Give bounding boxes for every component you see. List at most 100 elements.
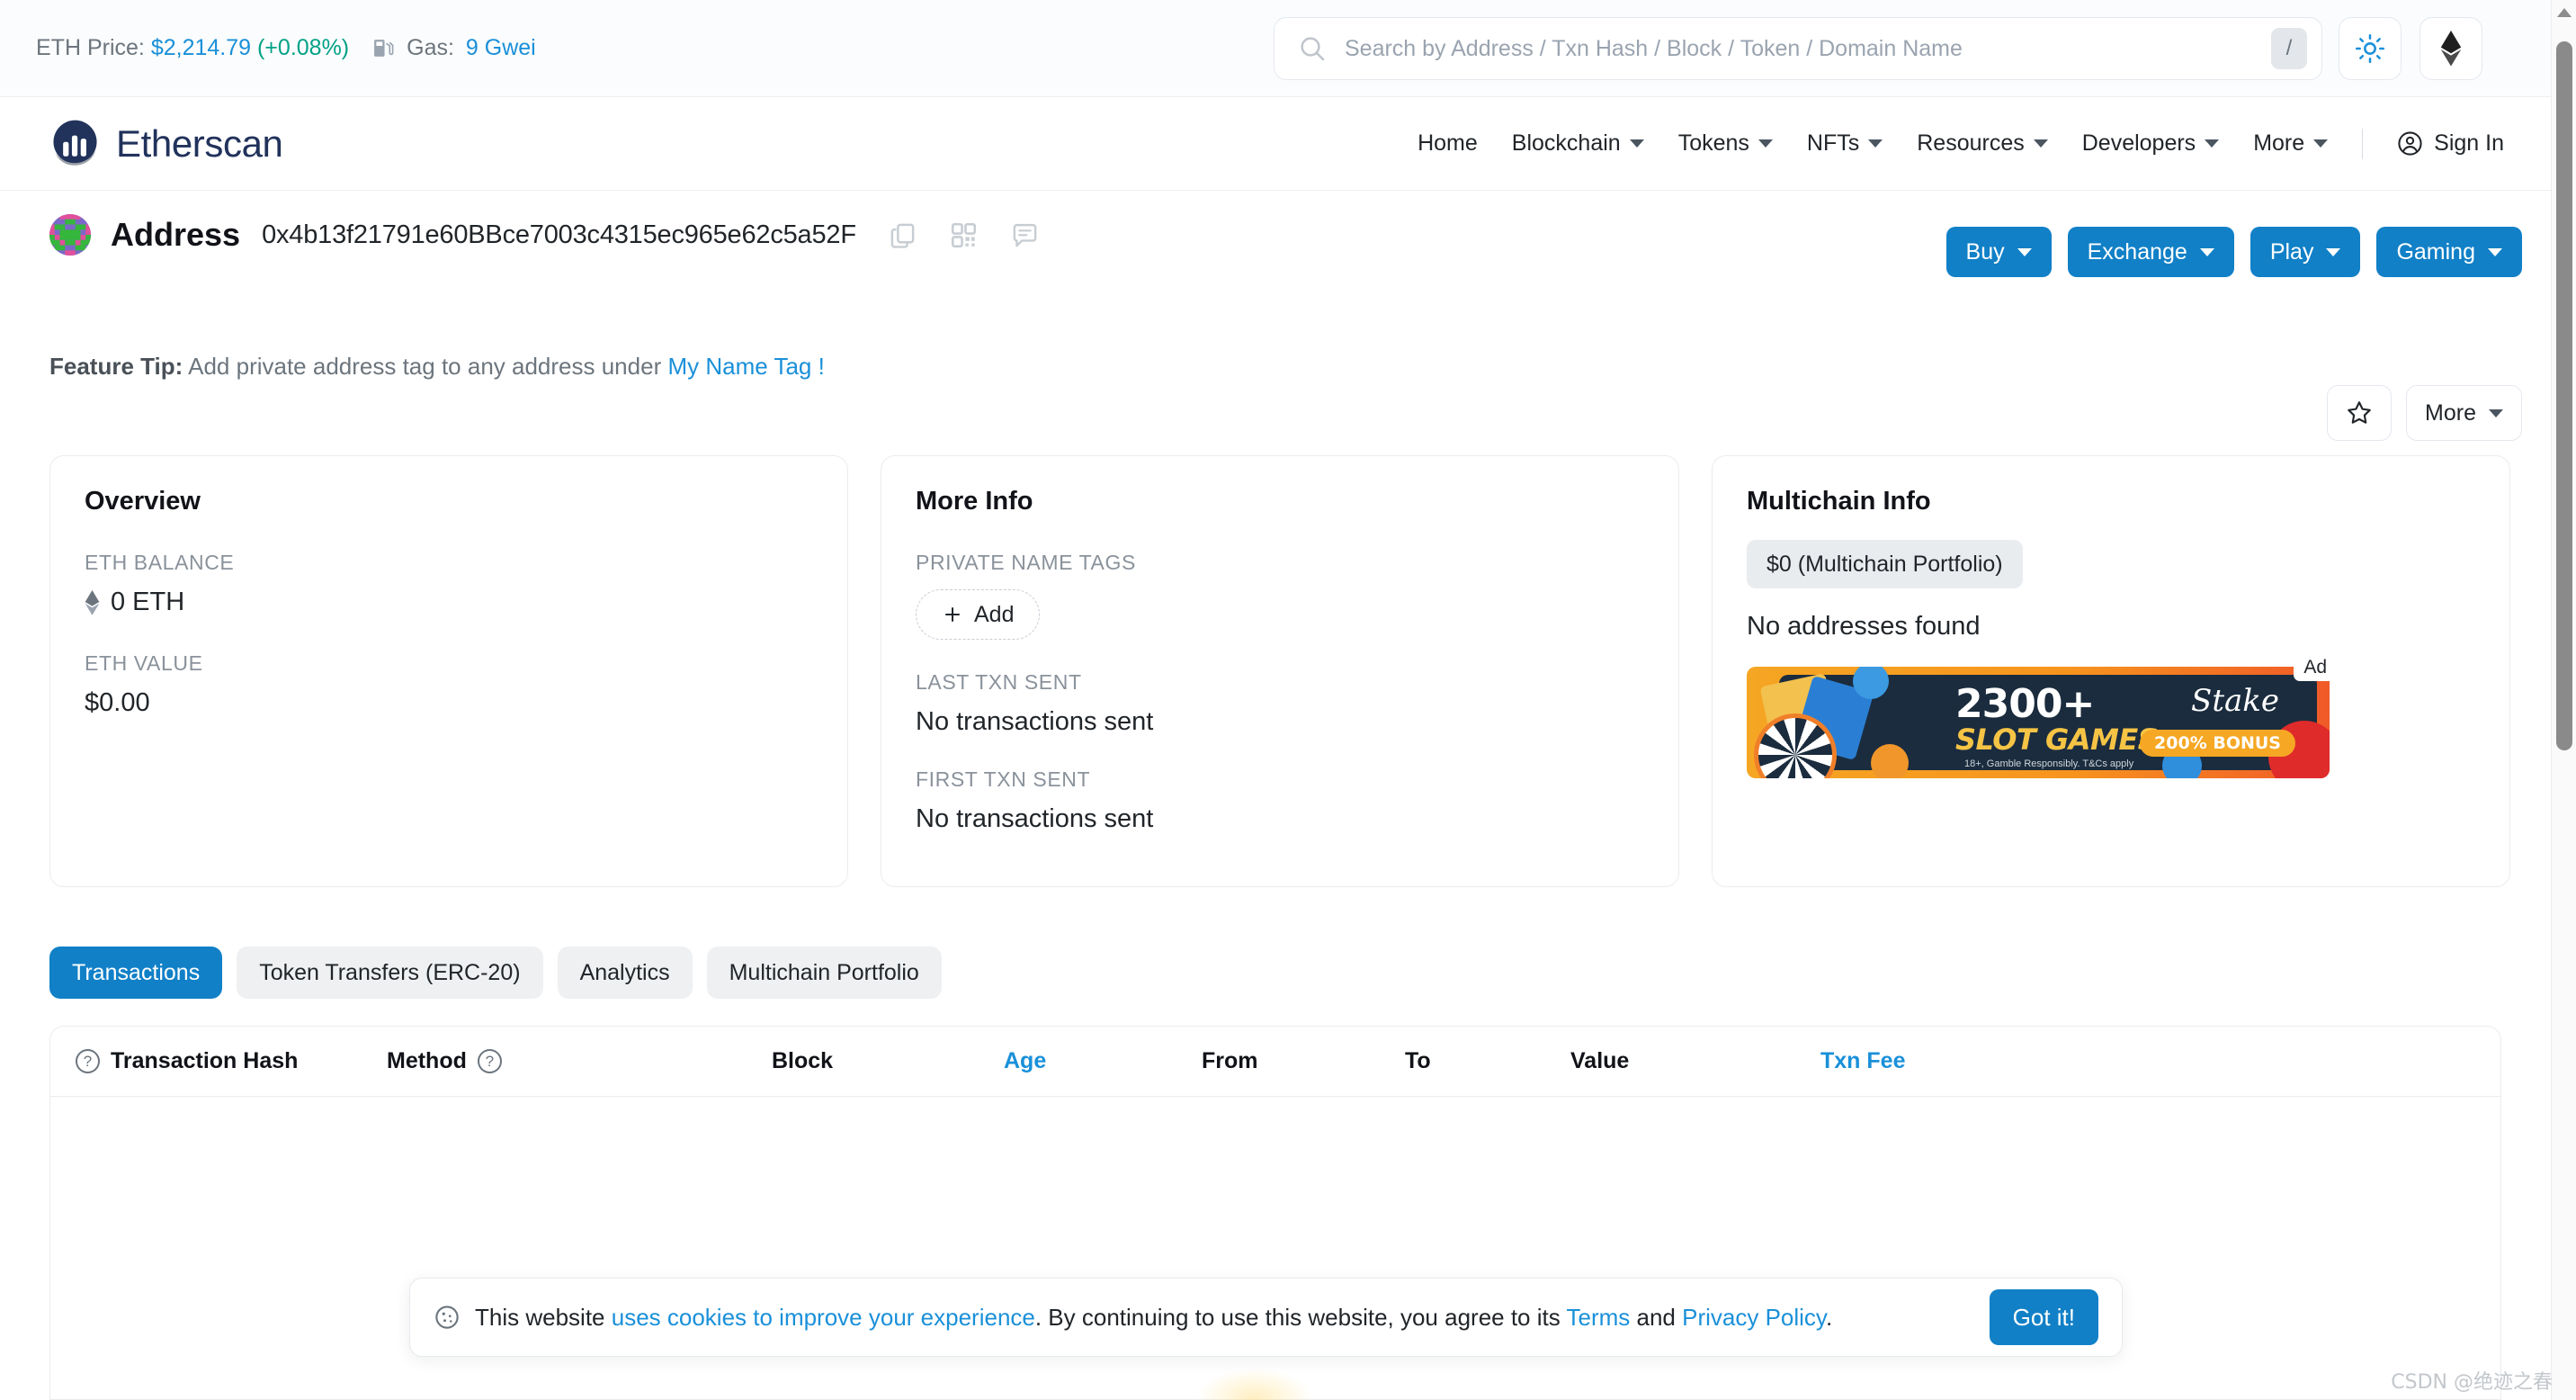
- stake-ad-banner[interactable]: 2300+ SLOT GAMES 18+, Gamble Responsibly…: [1747, 667, 2330, 778]
- cookie-text: This website uses cookies to improve you…: [475, 1304, 1832, 1332]
- play-button[interactable]: Play: [2250, 227, 2361, 277]
- feature-tip-label: Feature Tip:: [49, 353, 183, 380]
- cookie-policy-link[interactable]: uses cookies to improve your experience: [612, 1304, 1035, 1331]
- column-age[interactable]: Age: [1004, 1048, 1202, 1074]
- more-actions-button[interactable]: More: [2406, 385, 2522, 441]
- exchange-button[interactable]: Exchange: [2068, 227, 2234, 277]
- chevron-down-icon: [2200, 248, 2214, 256]
- nav-item-tokens[interactable]: Tokens: [1678, 130, 1773, 157]
- copy-icon[interactable]: [889, 221, 917, 249]
- scroll-up-arrow-icon[interactable]: [2557, 8, 2572, 17]
- feature-tip: Feature Tip: Add private address tag to …: [49, 353, 825, 381]
- overview-card: Overview ETH BALANCE 0 ETH ETH VALUE $0.…: [49, 455, 848, 887]
- etherscan-address-page: ETH Price: $2,214.79 (+0.08%) Gas: 9 Gwe…: [0, 0, 2576, 1400]
- multichain-portfolio-chip[interactable]: $0 (Multichain Portfolio): [1747, 540, 2023, 588]
- eth-balance-value: 0 ETH: [111, 588, 184, 617]
- address-secondary-actions: More: [2327, 385, 2522, 441]
- privacy-policy-link[interactable]: Privacy Policy: [1682, 1304, 1826, 1331]
- cookie-icon: [434, 1304, 461, 1331]
- tab-multichain-portfolio[interactable]: Multichain Portfolio: [707, 947, 942, 999]
- search-shortcut-badge: /: [2271, 28, 2307, 69]
- address-avatar: [49, 214, 91, 256]
- favorite-button[interactable]: [2327, 385, 2392, 441]
- gaming-button[interactable]: Gaming: [2376, 227, 2522, 277]
- cookie-consent-banner: This website uses cookies to improve you…: [409, 1278, 2123, 1357]
- ad-fine-print: 18+, Gamble Responsibly. T&Cs apply: [1964, 758, 2133, 769]
- topbar-stats: ETH Price: $2,214.79 (+0.08%) Gas: 9 Gwe…: [36, 35, 536, 61]
- play-label: Play: [2270, 239, 2314, 265]
- user-circle-icon: [2397, 130, 2423, 157]
- gas-value[interactable]: 9 Gwei: [466, 35, 536, 61]
- cookie-and: and: [1630, 1304, 1682, 1331]
- search-bar[interactable]: /: [1274, 17, 2322, 80]
- nav-item-home[interactable]: Home: [1418, 130, 1478, 157]
- chevron-down-icon: [2488, 248, 2502, 256]
- terms-link[interactable]: Terms: [1567, 1304, 1631, 1331]
- eth-balance-row: 0 ETH: [85, 588, 813, 617]
- cookie-end: .: [1826, 1304, 1832, 1331]
- tab-analytics[interactable]: Analytics: [558, 947, 693, 999]
- chevron-down-icon: [1758, 139, 1773, 148]
- nav-item-resources[interactable]: Resources: [1917, 130, 2048, 157]
- network-selector-button[interactable]: [2419, 17, 2482, 80]
- tab-transactions[interactable]: Transactions: [49, 947, 222, 999]
- tab-label: Multichain Portfolio: [729, 960, 919, 986]
- chevron-down-icon: [1868, 139, 1883, 148]
- nav-item-blockchain[interactable]: Blockchain: [1512, 130, 1644, 157]
- column-label: Value: [1570, 1048, 1629, 1074]
- column-label: Txn Fee: [1820, 1048, 1905, 1074]
- nav-item-more[interactable]: More: [2253, 130, 2328, 157]
- column-label: From: [1202, 1048, 1258, 1074]
- brand-logo[interactable]: Etherscan: [49, 118, 283, 169]
- column-label: Method: [387, 1048, 467, 1074]
- first-txn-value: No transactions sent: [916, 804, 1644, 834]
- my-name-tag-link[interactable]: My Name Tag !: [667, 353, 824, 380]
- exchange-label: Exchange: [2088, 239, 2187, 265]
- help-icon[interactable]: ?: [76, 1049, 100, 1073]
- sun-icon: [2355, 33, 2385, 64]
- gas-block: Gas: 9 Gwei: [372, 35, 536, 61]
- last-txn-label: LAST TXN SENT: [916, 670, 1644, 695]
- more-info-title: More Info: [916, 487, 1644, 516]
- add-name-tag-button[interactable]: Add: [916, 589, 1040, 640]
- eth-price-value[interactable]: $2,214.79: [151, 35, 251, 60]
- eth-price-block: ETH Price: $2,214.79 (+0.08%): [36, 35, 349, 61]
- bitcoin-coin-icon: [1871, 744, 1909, 778]
- column-to: To: [1405, 1048, 1570, 1074]
- cookie-lead: This website: [475, 1304, 612, 1331]
- address-hash: 0x4b13f21791e60BBce7003c4315ec965e62c5a5…: [262, 220, 856, 250]
- tab-token-transfers[interactable]: Token Transfers (ERC-20): [237, 947, 542, 999]
- scrollbar-thumb[interactable]: [2556, 41, 2572, 750]
- comment-icon[interactable]: [1011, 221, 1039, 249]
- theme-toggle-button[interactable]: [2339, 17, 2402, 80]
- multichain-title: Multichain Info: [1747, 487, 2475, 516]
- page-scrollbar[interactable]: [2551, 0, 2576, 1400]
- nav-item-developers[interactable]: Developers: [2082, 130, 2219, 157]
- buy-button[interactable]: Buy: [1946, 227, 2052, 277]
- nav-item-label: Developers: [2082, 130, 2196, 157]
- qr-code-icon[interactable]: [950, 221, 978, 249]
- last-txn-value: No transactions sent: [916, 707, 1644, 737]
- nav-items: Home Blockchain Tokens NFTs Resources De…: [1418, 129, 2504, 159]
- blockie-identicon-icon: [49, 214, 91, 256]
- got-it-button[interactable]: Got it!: [1990, 1289, 2098, 1345]
- cookie-mid: . By continuing to use this website, you…: [1035, 1304, 1567, 1331]
- chevron-down-icon: [2205, 139, 2219, 148]
- nav-item-nfts[interactable]: NFTs: [1807, 130, 1883, 157]
- ad-bonus-pill: 200% BONUS: [2140, 730, 2295, 757]
- column-txn-fee[interactable]: Txn Fee: [1820, 1048, 2054, 1074]
- column-method: Method ?: [387, 1048, 772, 1074]
- etherscan-logo-icon: [49, 118, 101, 169]
- add-name-tag-label: Add: [974, 602, 1014, 628]
- ad-container[interactable]: Ad 2300+ SLOT GAMES 18+, Gamble Responsi…: [1747, 667, 2330, 778]
- eth-price-change: (+0.08%): [257, 35, 349, 60]
- sign-in-label: Sign In: [2434, 130, 2504, 157]
- column-block: Block: [772, 1048, 1004, 1074]
- main-navigation: Etherscan Home Blockchain Tokens NFTs Re…: [0, 97, 2551, 191]
- column-label: Transaction Hash: [111, 1048, 298, 1074]
- search-input[interactable]: [1345, 36, 2271, 62]
- help-icon[interactable]: ?: [478, 1049, 502, 1073]
- top-utility-bar: ETH Price: $2,214.79 (+0.08%) Gas: 9 Gwe…: [0, 0, 2551, 97]
- gaming-label: Gaming: [2396, 239, 2475, 265]
- sign-in-button[interactable]: Sign In: [2397, 130, 2504, 157]
